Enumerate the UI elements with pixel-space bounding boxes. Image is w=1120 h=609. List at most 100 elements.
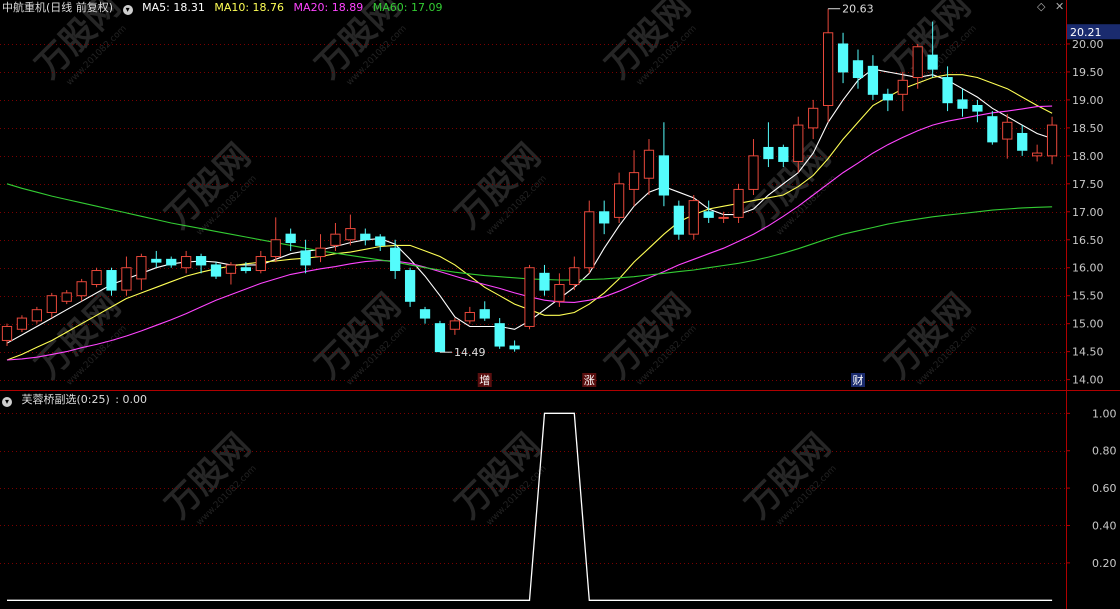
candle-body [524,267,535,327]
candle-body [479,309,490,319]
candle-body [195,256,207,266]
close-icon[interactable]: ✕ [1055,0,1064,13]
candle-body [31,309,42,322]
ma5-label: MA5: [142,1,170,14]
candle-body [255,256,266,272]
ma5-value: 18.31 [173,1,205,14]
candle-body [972,105,983,112]
candle-body [136,256,147,280]
candle-body [852,60,864,79]
candle-body [91,270,102,286]
ma20-label: MA20: [293,1,329,14]
diamond-icon[interactable]: ◇ [1037,0,1045,13]
tick-label: 17.50 [1072,178,1104,191]
candle-body [61,292,72,302]
candle-body [375,236,386,246]
candle-body [897,79,908,95]
event-marker-label: 涨 [584,374,595,387]
ma20-value: 18.89 [331,1,364,14]
candle-body [360,233,371,241]
tick-label: 0.40 [1092,519,1117,532]
tick-label: 0.80 [1092,445,1117,458]
candle-body [793,124,804,162]
chevron-circle-icon[interactable]: ▾ [2,397,12,407]
candle-body [927,54,938,70]
candle-body [300,250,311,266]
candle-body [837,43,849,73]
candle-body [434,323,446,353]
candle-body [210,264,222,277]
indicator-title[interactable]: 芙蓉桥副选(0:25) [22,393,110,406]
candle-body [1046,124,1058,157]
candle-body [315,247,326,258]
high-label: 20.63 [842,3,874,16]
candle-body [822,32,834,107]
candle-body [285,233,296,244]
tick-label: 14.50 [1072,346,1104,359]
main-legend: 中航重机(日线 前复权) ▾ MA5: 18.31 MA10: 18.76 MA… [2,1,448,15]
candle-body [867,65,879,95]
candle-body [464,311,475,322]
candle-body [240,267,252,272]
candle-body [270,239,281,258]
indicator-legend: ▾ 芙蓉桥副选(0:25) : 0.00 [2,393,153,407]
candle-body [584,211,595,269]
candle-body [121,267,132,291]
tick-label: 19.00 [1072,94,1104,107]
current-price-label: 20.21 [1070,26,1102,39]
candle-body [778,146,789,162]
candle-body [539,272,550,291]
ma60-value: 17.09 [410,1,443,14]
indicator-value: : 0.00 [115,393,147,406]
candle-body [494,323,505,347]
candle-body [449,320,461,330]
candle-body [46,295,57,313]
candle-body [703,211,714,218]
candle-body [763,146,774,160]
tick-label: 1.00 [1092,407,1117,420]
tick-label: 17.00 [1072,206,1104,219]
tick-label: 15.50 [1072,290,1104,303]
ma60-label: MA60: [372,1,408,14]
candle-body [957,99,968,109]
chevron-circle-icon[interactable]: ▾ [122,5,133,15]
candle-body [1032,152,1043,157]
low-label: 14.49 [454,346,486,359]
candle-body [554,284,565,302]
tick-label: 20.00 [1072,38,1104,51]
candle-body [151,258,162,263]
candle-body [166,258,177,266]
candle-body [912,46,923,79]
stock-title[interactable]: 中航重机(日线 前复权) [2,1,113,14]
tick-label: 15.00 [1072,318,1104,331]
candle-body [569,267,580,286]
candle-body [1,325,13,341]
candle-body [330,233,341,246]
candle-body [628,172,640,190]
candle-body [419,309,431,319]
kline-chart[interactable]: 万股网www.201082.com 万股网www.201082.com 万股网www… [0,0,1120,609]
candle-body [658,155,670,196]
candle-body [345,228,356,241]
tick-label: 14.00 [1072,374,1104,387]
candle-body [599,211,610,224]
candle-body [808,107,819,129]
candle-body [942,77,953,104]
tick-label: 16.50 [1072,234,1104,247]
event-marker-label: 财 [852,373,863,387]
candle-body [613,183,625,218]
ma10-label: MA10: [214,1,250,14]
tick-label: 18.00 [1072,150,1104,163]
candle-body [16,317,28,330]
candle-body [106,270,117,291]
candle-body [225,264,237,274]
candle-body [643,149,655,179]
candle-body [509,345,520,350]
candle-body [181,256,192,269]
candle-body [882,93,893,101]
candle-body [1002,121,1013,140]
candle-body [1017,132,1028,151]
candle-body [987,116,998,143]
candle-body [748,155,759,190]
tick-label: 0.20 [1092,557,1117,570]
